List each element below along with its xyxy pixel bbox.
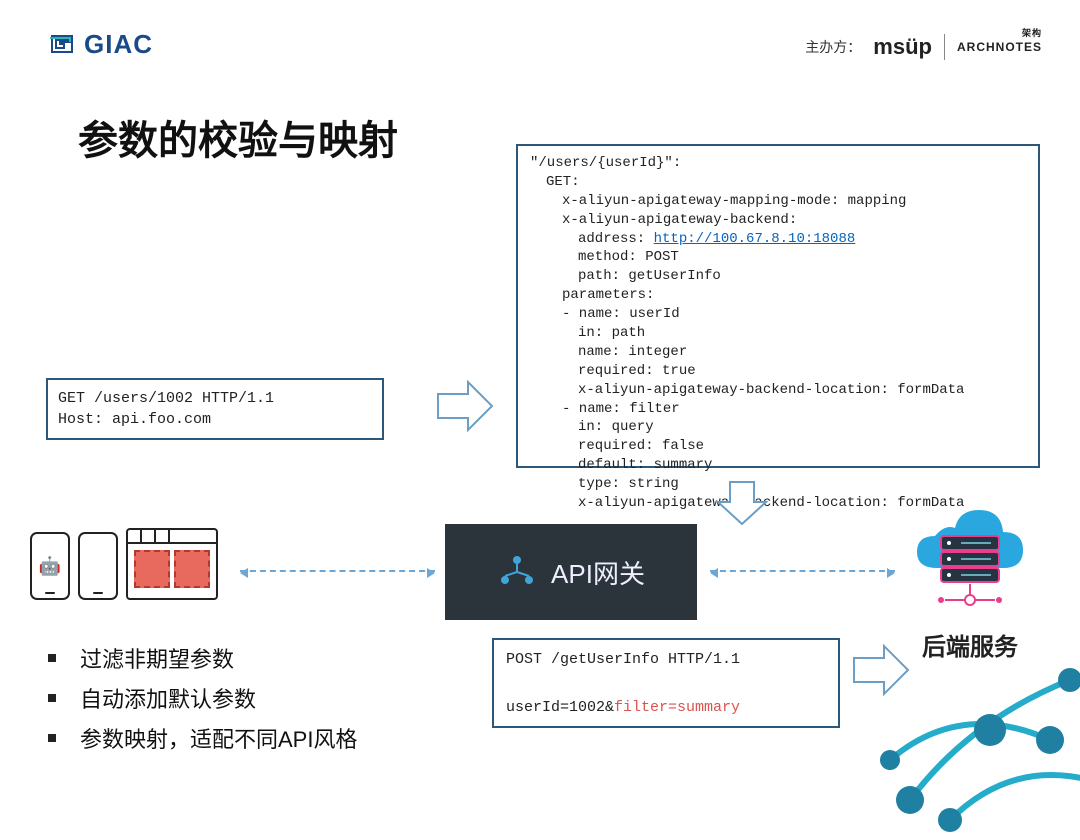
http-response-box: POST /getUserInfo HTTP/1.1 userId=1002&f… — [492, 638, 840, 728]
arrow-config-to-gateway — [714, 478, 770, 528]
bullet-marker — [48, 654, 56, 662]
arrow-request-to-config — [434, 378, 496, 434]
dashed-connector-clients-gateway — [240, 570, 435, 572]
http-request-box: GET /users/1002 HTTP/1.1 Host: api.foo.c… — [46, 378, 384, 440]
response-body: userId=1002&filter=summary — [506, 696, 826, 720]
host-label: 主办方： — [805, 37, 861, 57]
bullet-marker — [48, 734, 56, 742]
bullet-item: 参数映射，适配不同API风格 — [48, 722, 357, 754]
iphone-icon — [78, 532, 118, 600]
decorative-network-graphic — [870, 600, 1080, 840]
api-gateway-box: API网关 — [445, 524, 697, 620]
api-config-box: "/users/{userId}": GET: x-aliyun-apigate… — [516, 144, 1040, 468]
bullet-marker — [48, 694, 56, 702]
response-line: POST /getUserInfo HTTP/1.1 — [506, 648, 826, 672]
slide-header: GIAC 主办方： msüp ARCHNOTES — [0, 28, 1080, 78]
feature-bullets: 过滤非期望参数 自动添加默认参数 参数映射，适配不同API风格 — [48, 642, 357, 762]
backend-address-link[interactable]: http://100.67.8.10:18088 — [654, 231, 856, 247]
dashed-connector-gateway-backend — [710, 570, 895, 572]
sponsor-archnotes: ARCHNOTES — [957, 41, 1042, 53]
slide-title: 参数的校验与映射 — [78, 108, 398, 166]
giac-logo: GIAC — [46, 28, 153, 60]
giac-logo-mark — [46, 28, 78, 60]
sponsor-msup: msüp — [873, 34, 932, 60]
bullet-item: 过滤非期望参数 — [48, 642, 357, 674]
request-line: GET /users/1002 HTTP/1.1 — [58, 388, 372, 409]
giac-logo-text: GIAC — [84, 29, 153, 60]
sponsor-divider — [944, 34, 945, 60]
host-sponsors: 主办方： msüp ARCHNOTES — [805, 34, 1042, 60]
bullet-item: 自动添加默认参数 — [48, 682, 357, 714]
android-phone-icon: 🤖 — [30, 532, 70, 600]
android-icon: 🤖 — [39, 556, 61, 577]
browser-icon — [126, 528, 218, 600]
cloud-server-icon — [905, 496, 1035, 616]
request-host: Host: api.foo.com — [58, 409, 372, 430]
client-devices: 🤖 — [30, 528, 218, 600]
gateway-label: API网关 — [551, 554, 645, 591]
network-node-icon — [497, 550, 537, 595]
